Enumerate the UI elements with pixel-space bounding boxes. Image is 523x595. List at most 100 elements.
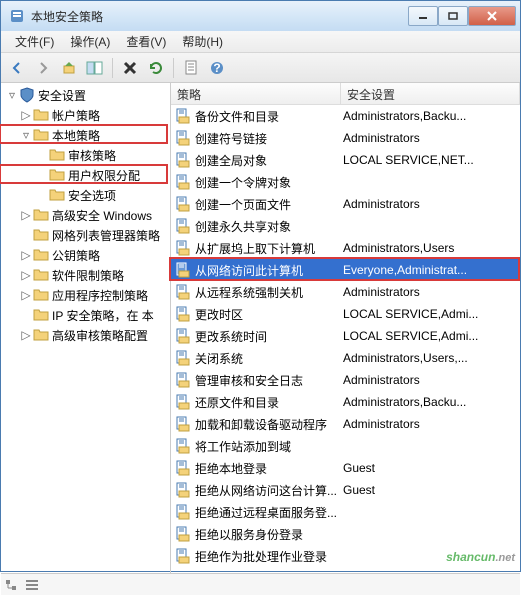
- tree-label: 高级审核策略配置: [52, 327, 148, 344]
- tree-item[interactable]: ▷应用程序控制策略: [1, 285, 170, 305]
- policy-name: 更改时区: [195, 306, 243, 323]
- tree-label: 高级安全 Windows: [52, 207, 152, 224]
- policy-name: 从远程系统强制关机: [195, 284, 303, 301]
- forward-button[interactable]: [31, 56, 55, 80]
- policy-setting: Administrators: [341, 131, 520, 145]
- help-button[interactable]: ?: [205, 56, 229, 80]
- up-button[interactable]: [57, 56, 81, 80]
- list-row[interactable]: 拒绝以服务身份登录: [171, 523, 520, 545]
- list-row[interactable]: 拒绝从网络访问这台计算...Guest: [171, 479, 520, 501]
- titlebar: 本地安全策略: [1, 1, 520, 31]
- back-button[interactable]: [5, 56, 29, 80]
- policy-icon: [175, 174, 191, 190]
- list-row[interactable]: 将工作站添加到域: [171, 435, 520, 457]
- tree-item[interactable]: ▷软件限制策略: [1, 265, 170, 285]
- list-row[interactable]: 备份文件和目录Administrators,Backu...: [171, 105, 520, 127]
- menu-action[interactable]: 操作(A): [62, 31, 118, 52]
- twist-icon[interactable]: ▷: [19, 288, 33, 302]
- tree-item[interactable]: ▷ 帐户策略: [1, 105, 170, 125]
- tree-label: 安全设置: [38, 87, 86, 104]
- toolbar: ?: [1, 53, 520, 83]
- tree-item[interactable]: ▷ 高级审核策略配置: [1, 325, 170, 345]
- list-row[interactable]: 加载和卸载设备驱动程序Administrators: [171, 413, 520, 435]
- list-pane[interactable]: 策略 安全设置 备份文件和目录Administrators,Backu...创建…: [171, 83, 520, 573]
- tree-item[interactable]: 用户权限分配: [1, 165, 170, 185]
- list-row[interactable]: 创建一个页面文件 Administrators: [171, 193, 520, 215]
- folder-icon: [49, 187, 65, 203]
- twist-icon[interactable]: ▷: [19, 248, 33, 262]
- list-row[interactable]: 更改时区LOCAL SERVICE,Admi...: [171, 303, 520, 325]
- tree-label: 网格列表管理器策略: [52, 227, 160, 244]
- tree-item[interactable]: 网格列表管理器策略: [1, 225, 170, 245]
- policy-name: 加载和卸载设备驱动程序: [195, 416, 327, 433]
- twist-icon[interactable]: ▿: [19, 128, 33, 142]
- tree-label: 审核策略: [68, 147, 116, 164]
- policy-name: 创建全局对象: [195, 152, 267, 169]
- delete-button[interactable]: [118, 56, 142, 80]
- tree-pane[interactable]: ▿ 安全设置 ▷ 帐户策略▿本地策略审核策略用户权限分配安全选项 ▷ 高级安全 Win…: [1, 83, 171, 573]
- column-policy[interactable]: 策略: [171, 83, 341, 104]
- list-row[interactable]: 还原文件和目录Administrators,Backu...: [171, 391, 520, 413]
- tree-item[interactable]: ▷ 高级安全 Windows: [1, 205, 170, 225]
- policy-icon: [175, 438, 191, 454]
- tree-item[interactable]: ▿本地策略: [1, 125, 170, 145]
- policy-name: 从扩展坞上取下计算机: [195, 240, 315, 257]
- menu-file[interactable]: 文件(F): [7, 31, 62, 52]
- tree-root[interactable]: ▿ 安全设置: [1, 85, 170, 105]
- list-row[interactable]: 创建全局对象LOCAL SERVICE,NET...: [171, 149, 520, 171]
- policy-icon: [175, 262, 191, 278]
- policy-icon: [175, 372, 191, 388]
- list-row[interactable]: 拒绝通过远程桌面服务登...: [171, 501, 520, 523]
- policy-name: 创建一个页面文件: [195, 196, 291, 213]
- toolbar-separator: [173, 58, 174, 78]
- policy-setting: Administrators,Users,...: [341, 351, 520, 365]
- refresh-button[interactable]: [144, 56, 168, 80]
- policy-name: 将工作站添加到域: [195, 438, 291, 455]
- tree-label: 用户权限分配: [68, 167, 140, 184]
- tree-item[interactable]: IP 安全策略，在 本: [1, 305, 170, 325]
- list-icon: [25, 579, 39, 591]
- svg-text:?: ?: [213, 61, 220, 75]
- policy-name: 拒绝作为批处理作业登录: [195, 548, 327, 565]
- twist-icon[interactable]: ▿: [5, 88, 19, 102]
- list-row[interactable]: 创建符号链接Administrators: [171, 127, 520, 149]
- policy-icon: [175, 548, 191, 564]
- tree-label: 帐户策略: [52, 107, 100, 124]
- policy-setting: Administrators: [341, 197, 520, 211]
- menubar: 文件(F) 操作(A) 查看(V) 帮助(H): [1, 31, 520, 53]
- policy-name: 从网络访问此计算机: [195, 262, 303, 279]
- policy-icon: [175, 328, 191, 344]
- list-row[interactable]: 创建永久共享对象: [171, 215, 520, 237]
- tree-item[interactable]: 审核策略: [1, 145, 170, 165]
- twist-icon[interactable]: ▷: [19, 328, 33, 342]
- tree-item[interactable]: ▷公钥策略: [1, 245, 170, 265]
- list-row[interactable]: 拒绝本地登录Guest: [171, 457, 520, 479]
- folder-icon: [33, 247, 49, 263]
- minimize-button[interactable]: [408, 6, 438, 26]
- policy-icon: [175, 394, 191, 410]
- column-setting[interactable]: 安全设置: [341, 83, 520, 104]
- list-row[interactable]: 关闭系统Administrators,Users,...: [171, 347, 520, 369]
- list-row[interactable]: 管理审核和安全日志Administrators: [171, 369, 520, 391]
- list-row[interactable]: 从网络访问此计算机Everyone,Administrat...: [171, 259, 520, 281]
- policy-icon: [175, 350, 191, 366]
- maximize-button[interactable]: [438, 6, 468, 26]
- close-button[interactable]: [468, 6, 516, 26]
- tree-item[interactable]: 安全选项: [1, 185, 170, 205]
- twist-icon[interactable]: ▷: [19, 268, 33, 282]
- menu-view[interactable]: 查看(V): [118, 31, 174, 52]
- policy-setting: Administrators,Backu...: [341, 395, 520, 409]
- policy-icon: [175, 130, 191, 146]
- properties-button[interactable]: [179, 56, 203, 80]
- twist-icon[interactable]: ▷: [19, 108, 33, 122]
- policy-icon: [175, 152, 191, 168]
- list-row[interactable]: 从扩展坞上取下计算机Administrators,Users: [171, 237, 520, 259]
- list-row[interactable]: 从远程系统强制关机Administrators: [171, 281, 520, 303]
- policy-name: 创建一个令牌对象: [195, 174, 291, 191]
- policy-setting: LOCAL SERVICE,Admi...: [341, 329, 520, 343]
- tree-toggle-button[interactable]: [83, 56, 107, 80]
- menu-help[interactable]: 帮助(H): [174, 31, 231, 52]
- list-row[interactable]: 创建一个令牌对象: [171, 171, 520, 193]
- twist-icon[interactable]: ▷: [19, 208, 33, 222]
- list-row[interactable]: 更改系统时间LOCAL SERVICE,Admi...: [171, 325, 520, 347]
